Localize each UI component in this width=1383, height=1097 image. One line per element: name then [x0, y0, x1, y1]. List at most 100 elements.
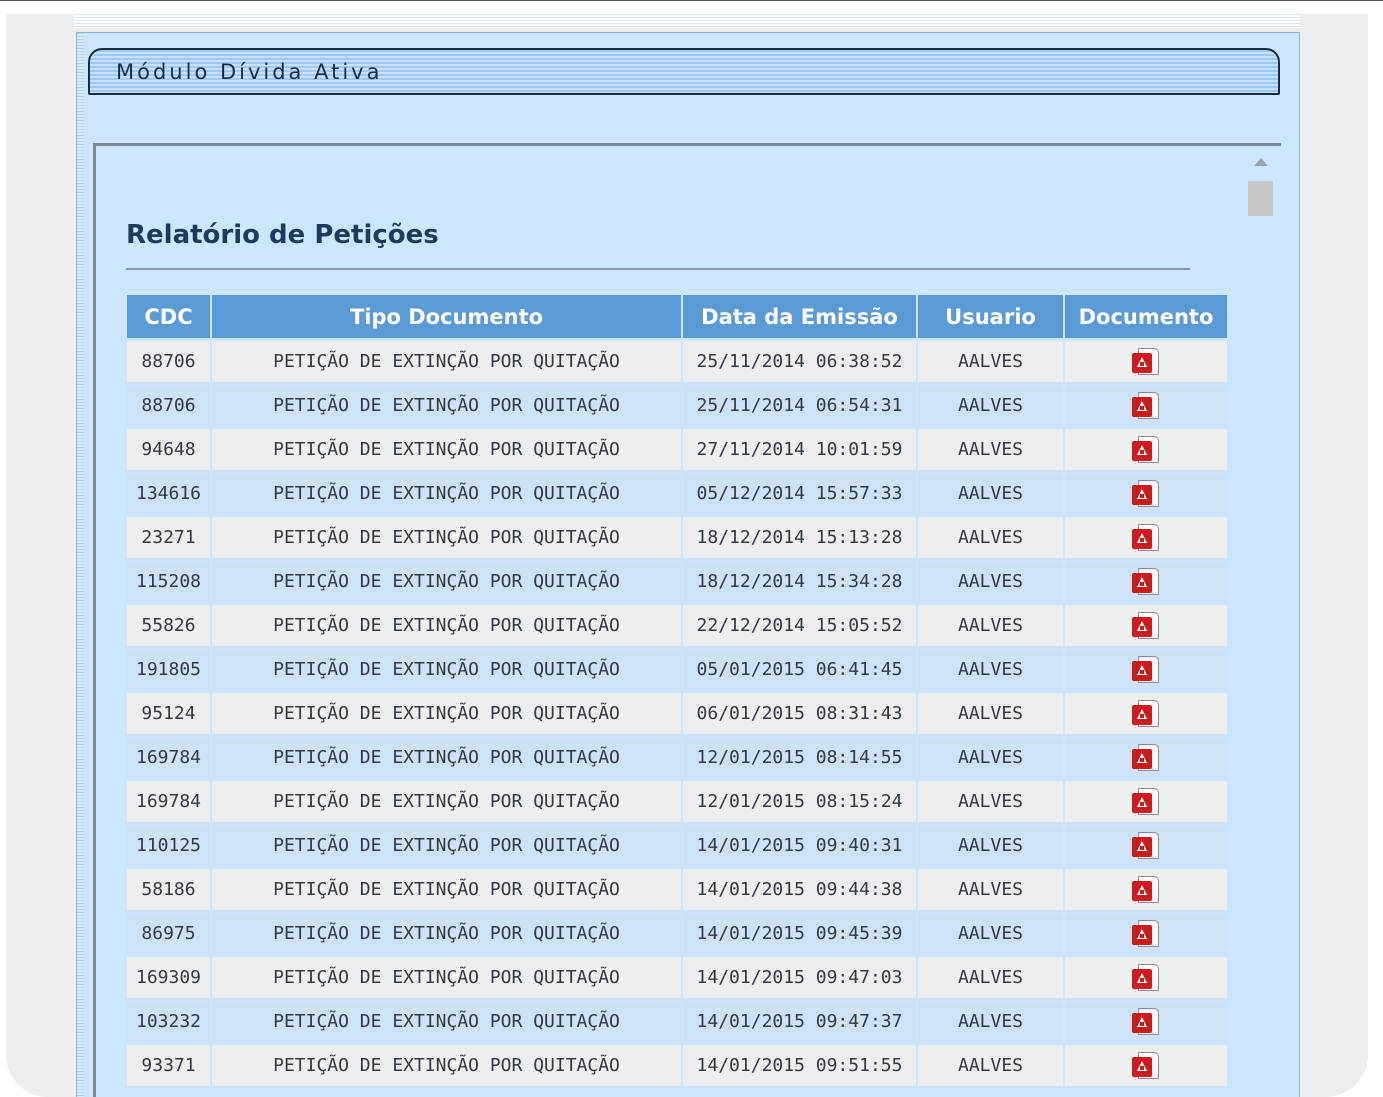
cell-usuario: AALVES [918, 781, 1063, 822]
cell-cdc: 134616 [127, 473, 210, 514]
table-row: 55826 PETIÇÃO DE EXTINÇÃO POR QUITAÇÃO 22/… [127, 605, 1227, 646]
cell-data-emissao: 25/11/2014 06:38:52 [683, 341, 916, 382]
cell-usuario: AALVES [918, 341, 1063, 382]
pdf-icon[interactable] [1132, 919, 1160, 948]
pdf-icon[interactable] [1132, 963, 1160, 992]
cell-data-emissao: 14/01/2015 09:51:55 [683, 1045, 916, 1086]
cell-usuario: AALVES [918, 1045, 1063, 1086]
cell-tipo-documento: PETIÇÃO DE EXTINÇÃO POR QUITAÇÃO [212, 869, 681, 910]
pdf-icon[interactable] [1132, 479, 1160, 508]
cell-usuario: AALVES [918, 1001, 1063, 1042]
cell-documento [1065, 605, 1227, 646]
pdf-icon[interactable] [1132, 347, 1160, 376]
cell-cdc: 110125 [127, 825, 210, 866]
cell-documento [1065, 1001, 1227, 1042]
table-header-row: CDC Tipo Documento Data da Emissão Usuar… [127, 295, 1227, 338]
vertical-scrollbar[interactable] [1246, 150, 1278, 1097]
table-row: 115208 PETIÇÃO DE EXTINÇÃO POR QUITAÇÃO 18… [127, 561, 1227, 602]
cell-usuario: AALVES [918, 473, 1063, 514]
cell-tipo-documento: PETIÇÃO DE EXTINÇÃO POR QUITAÇÃO [212, 781, 681, 822]
pdf-badge-shape [1132, 836, 1152, 857]
table-row: 86975 PETIÇÃO DE EXTINÇÃO POR QUITAÇÃO 14/… [127, 913, 1227, 954]
cell-tipo-documento: PETIÇÃO DE EXTINÇÃO POR QUITAÇÃO [212, 1001, 681, 1042]
cell-data-emissao: 18/12/2014 15:34:28 [683, 561, 916, 602]
scroll-up-arrow-icon[interactable] [1254, 158, 1268, 166]
cell-cdc: 58186 [127, 869, 210, 910]
cell-tipo-documento: PETIÇÃO DE EXTINÇÃO POR QUITAÇÃO [212, 1045, 681, 1086]
table-row: 94648 PETIÇÃO DE EXTINÇÃO POR QUITAÇÃO 27/… [127, 429, 1227, 470]
cell-data-emissao: 12/01/2015 08:15:24 [683, 781, 916, 822]
cell-data-emissao: 18/12/2014 15:13:28 [683, 517, 916, 558]
pdf-icon[interactable] [1132, 699, 1160, 728]
pdf-icon[interactable] [1132, 611, 1160, 640]
pdf-icon[interactable] [1132, 655, 1160, 684]
cell-documento [1065, 649, 1227, 690]
cell-data-emissao: 05/01/2015 06:41:45 [683, 649, 916, 690]
cell-tipo-documento: PETIÇÃO DE EXTINÇÃO POR QUITAÇÃO [212, 341, 681, 382]
scroll-thumb[interactable] [1248, 181, 1273, 216]
report-title: Relatório de Petições [126, 220, 439, 250]
module-header: Módulo Dívida Ativa [88, 48, 1280, 95]
cell-data-emissao: 06/01/2015 08:31:43 [683, 693, 916, 734]
cell-data-emissao: 14/01/2015 09:44:38 [683, 869, 916, 910]
pdf-badge-shape [1132, 660, 1152, 681]
pdf-icon[interactable] [1132, 743, 1160, 772]
cell-documento [1065, 913, 1227, 954]
cell-tipo-documento: PETIÇÃO DE EXTINÇÃO POR QUITAÇÃO [212, 429, 681, 470]
cell-cdc: 86975 [127, 913, 210, 954]
cell-tipo-documento: PETIÇÃO DE EXTINÇÃO POR QUITAÇÃO [212, 913, 681, 954]
table-row: 103232 PETIÇÃO DE EXTINÇÃO POR QUITAÇÃO 14… [127, 1001, 1227, 1042]
pdf-icon[interactable] [1132, 435, 1160, 464]
table-row: 88706 PETIÇÃO DE EXTINÇÃO POR QUITAÇÃO 25/… [127, 385, 1227, 426]
table-row: 23271 PETIÇÃO DE EXTINÇÃO POR QUITAÇÃO 18/… [127, 517, 1227, 558]
report-content: Relatório de Petições CDC Tipo Documento… [93, 143, 1281, 1097]
pdf-icon[interactable] [1132, 523, 1160, 552]
cell-documento [1065, 517, 1227, 558]
cell-documento [1065, 561, 1227, 602]
cell-usuario: AALVES [918, 869, 1063, 910]
cell-cdc: 94648 [127, 429, 210, 470]
cell-tipo-documento: PETIÇÃO DE EXTINÇÃO POR QUITAÇÃO [212, 737, 681, 778]
cell-documento [1065, 429, 1227, 470]
cell-documento [1065, 693, 1227, 734]
pdf-icon[interactable] [1132, 1007, 1160, 1036]
cell-data-emissao: 05/12/2014 15:57:33 [683, 473, 916, 514]
cell-usuario: AALVES [918, 517, 1063, 558]
report-table: CDC Tipo Documento Data da Emissão Usuar… [125, 292, 1229, 1089]
cell-documento [1065, 1045, 1227, 1086]
column-header-data-emissao: Data da Emissão [683, 295, 916, 338]
table-row: 110125 PETIÇÃO DE EXTINÇÃO POR QUITAÇÃO 14… [127, 825, 1227, 866]
pdf-icon[interactable] [1132, 875, 1160, 904]
table-row: 191805 PETIÇÃO DE EXTINÇÃO POR QUITAÇÃO 05… [127, 649, 1227, 690]
table-row: 93371 PETIÇÃO DE EXTINÇÃO POR QUITAÇÃO 14/… [127, 1045, 1227, 1086]
cell-cdc: 169784 [127, 781, 210, 822]
cell-usuario: AALVES [918, 913, 1063, 954]
cell-usuario: AALVES [918, 693, 1063, 734]
cell-tipo-documento: PETIÇÃO DE EXTINÇÃO POR QUITAÇÃO [212, 957, 681, 998]
cell-usuario: AALVES [918, 561, 1063, 602]
pdf-icon[interactable] [1132, 831, 1160, 860]
cell-data-emissao: 27/11/2014 10:01:59 [683, 429, 916, 470]
pdf-badge-shape [1132, 484, 1152, 505]
cell-data-emissao: 22/12/2014 15:05:52 [683, 605, 916, 646]
pdf-icon[interactable] [1132, 1051, 1160, 1080]
table-row: 169784 PETIÇÃO DE EXTINÇÃO POR QUITAÇÃO 12… [127, 737, 1227, 778]
cell-data-emissao: 12/01/2015 08:14:55 [683, 737, 916, 778]
pdf-badge-shape [1132, 1012, 1152, 1033]
pdf-badge-shape [1132, 440, 1152, 461]
cell-data-emissao: 14/01/2015 09:45:39 [683, 913, 916, 954]
cell-cdc: 103232 [127, 1001, 210, 1042]
cell-usuario: AALVES [918, 649, 1063, 690]
pdf-badge-shape [1132, 968, 1152, 989]
pdf-icon[interactable] [1132, 567, 1160, 596]
pdf-icon[interactable] [1132, 787, 1160, 816]
cell-tipo-documento: PETIÇÃO DE EXTINÇÃO POR QUITAÇÃO [212, 649, 681, 690]
top-divider [0, 0, 1383, 1]
pdf-icon[interactable] [1132, 391, 1160, 420]
cell-usuario: AALVES [918, 825, 1063, 866]
title-divider [126, 268, 1190, 270]
cell-tipo-documento: PETIÇÃO DE EXTINÇÃO POR QUITAÇÃO [212, 693, 681, 734]
cell-cdc: 95124 [127, 693, 210, 734]
column-header-usuario: Usuario [918, 295, 1063, 338]
cell-tipo-documento: PETIÇÃO DE EXTINÇÃO POR QUITAÇÃO [212, 385, 681, 426]
